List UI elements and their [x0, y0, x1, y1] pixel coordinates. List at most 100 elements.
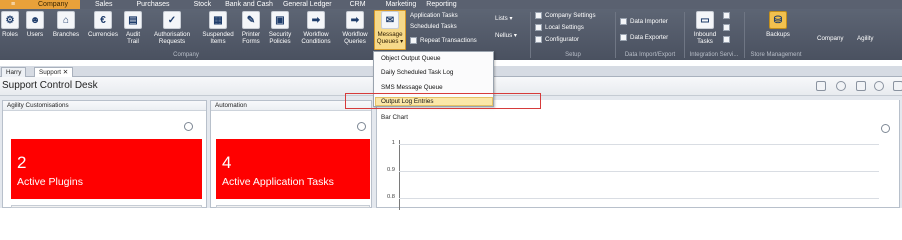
integration-icon: [723, 12, 730, 19]
nellus-dropdown[interactable]: Nellus ▾: [495, 31, 517, 40]
currencies-label: Currencies: [88, 31, 118, 38]
suspended-items-button[interactable]: ▦ Suspended Items: [199, 11, 237, 57]
menu-general-ledger[interactable]: General Ledger: [278, 0, 337, 9]
printer-forms-button[interactable]: ✎ Printer Forms: [239, 11, 263, 57]
application-tasks-button[interactable]: Application Tasks: [410, 11, 458, 20]
customisations-panel-title: Agility Customisations: [3, 101, 206, 111]
local-settings-icon: [535, 24, 542, 31]
local-settings-button[interactable]: Local Settings: [535, 23, 584, 32]
menu-crm[interactable]: CRM: [345, 0, 371, 9]
more-icon[interactable]: [893, 81, 902, 91]
group-label-data: Data Import/Export: [624, 52, 676, 58]
company-dropdown[interactable]: Company: [817, 34, 843, 43]
authorisation-requests-button[interactable]: ✓ Authorisation Requests: [147, 11, 197, 57]
menu-item-object-output-queue[interactable]: Object Output Queue: [381, 55, 441, 62]
refresh-icon[interactable]: [184, 122, 193, 131]
inbound-tasks-icon: ▭: [696, 11, 714, 29]
tile-footer: [11, 205, 202, 208]
workflow-conditions-button[interactable]: ➡ Workflow Conditions: [297, 11, 335, 57]
data-exporter-button[interactable]: Data Exporter: [620, 33, 668, 42]
scheduled-tasks-button[interactable]: Scheduled Tasks: [410, 22, 457, 31]
inbound-tasks-button[interactable]: ▭ Inbound Tasks: [690, 11, 720, 57]
users-button[interactable]: ☻ Users: [24, 11, 46, 57]
workflow-icon: ➡: [307, 11, 325, 29]
menu-purchases[interactable]: Purchases: [131, 0, 174, 9]
backups-label: Backups: [766, 31, 790, 38]
currencies-button[interactable]: € Currencies: [86, 11, 120, 57]
audit-trail-label: Audit Trail: [125, 31, 141, 45]
authorisation-label: Authorisation Requests: [153, 31, 191, 45]
menu-company[interactable]: Company: [26, 0, 80, 9]
tile-footer: [216, 205, 370, 208]
company-settings-icon: [535, 12, 542, 19]
group-label-store: Store Management: [750, 52, 802, 58]
data-exporter-label: Data Exporter: [630, 34, 669, 41]
security-policies-label: Security Policies: [268, 31, 292, 45]
agility-dropdown-label: Agility: [857, 35, 874, 42]
active-application-tasks-tile[interactable]: 4 Active Application Tasks: [216, 139, 370, 199]
audit-trail-icon: ▤: [124, 11, 142, 29]
users-icon: ☻: [26, 11, 44, 29]
repeat-transactions-button[interactable]: Repeat Transactions: [410, 36, 477, 45]
integration-small-button[interactable]: [723, 35, 733, 44]
lists-label: Lists ▾: [495, 15, 513, 22]
tile-value: 4: [222, 153, 232, 172]
menu-reporting[interactable]: Reporting: [421, 0, 461, 9]
tab-support[interactable]: Support ✕: [34, 67, 74, 77]
menu-item-sms-message-queue[interactable]: SMS Message Queue: [381, 84, 443, 91]
page-title: Support Control Desk: [2, 80, 98, 91]
ribbon-separator: [615, 12, 616, 58]
chart-panel: Bar Chart 1 0.9 0.8: [376, 100, 900, 210]
audit-trail-button[interactable]: ▤ Audit Trail: [122, 11, 144, 57]
currencies-icon: €: [94, 11, 112, 29]
y-gridline: [399, 171, 879, 172]
lists-dropdown[interactable]: Lists ▾: [495, 14, 513, 23]
menu-bar: ≡ Company Sales Purchases Stock Bank and…: [0, 0, 902, 9]
group-label-setup: Setup: [565, 52, 581, 58]
workflow-queries-icon: ➡: [346, 11, 364, 29]
menu-marketing[interactable]: Marketing: [381, 0, 422, 9]
group-label-company: Company: [173, 52, 199, 58]
roles-icon: ⚙: [1, 11, 19, 29]
security-policies-button[interactable]: ▣ Security Policies: [265, 11, 295, 57]
configurator-button[interactable]: Configurator: [535, 35, 579, 44]
tile-caption: Active Plugins: [17, 176, 83, 188]
suspended-items-label: Suspended Items: [202, 31, 234, 45]
message-queue-icon: ✉: [381, 11, 399, 29]
menu-bank-and-cash[interactable]: Bank and Cash: [220, 0, 278, 9]
tab-harry[interactable]: Harry: [1, 67, 27, 77]
y-tick-label: 0.9: [386, 167, 395, 173]
refresh-icon[interactable]: [357, 122, 366, 131]
save-icon[interactable]: [816, 81, 826, 91]
active-plugins-tile[interactable]: 2 Active Plugins: [11, 139, 202, 199]
refresh-icon[interactable]: [874, 81, 884, 91]
company-settings-button[interactable]: Company Settings: [535, 11, 596, 20]
menu-item-daily-scheduled-task-log[interactable]: Daily Scheduled Task Log: [381, 69, 453, 76]
integration-small-button[interactable]: [723, 23, 733, 32]
backups-button[interactable]: ⛁ Backups: [758, 11, 798, 57]
application-menu-button[interactable]: ≡: [0, 0, 26, 9]
agility-dropdown[interactable]: Agility: [857, 34, 874, 43]
menu-stock[interactable]: Stock: [189, 0, 217, 9]
roles-button[interactable]: ⚙ Roles: [1, 11, 19, 57]
workflow-queries-button[interactable]: ➡ Workflow Queries: [338, 11, 372, 57]
settings-icon[interactable]: [836, 81, 846, 91]
configurator-icon: [535, 36, 542, 43]
ribbon-separator: [530, 12, 531, 58]
integration-small-button[interactable]: [723, 11, 733, 20]
local-settings-label: Local Settings: [545, 24, 584, 31]
menu-sales[interactable]: Sales: [90, 0, 118, 9]
message-queues-button[interactable]: ✉ Message Queues ▾: [374, 10, 406, 50]
repeat-transactions-label: Repeat Transactions: [420, 37, 477, 44]
data-importer-label: Data Importer: [630, 18, 668, 25]
refresh-icon[interactable]: [881, 124, 890, 133]
backups-icon: ⛁: [769, 11, 787, 29]
data-importer-button[interactable]: Data Importer: [620, 17, 668, 26]
printer-icon: ✎: [242, 11, 260, 29]
workflow-queries-label: Workflow Queries: [342, 31, 368, 45]
branches-button[interactable]: ⌂ Branches: [50, 11, 82, 57]
copy-icon[interactable]: [856, 81, 866, 91]
branches-icon: ⌂: [57, 11, 75, 29]
customisations-panel: Agility Customisations 2 Active Plugins: [2, 100, 207, 208]
integration-icon: [723, 24, 730, 31]
